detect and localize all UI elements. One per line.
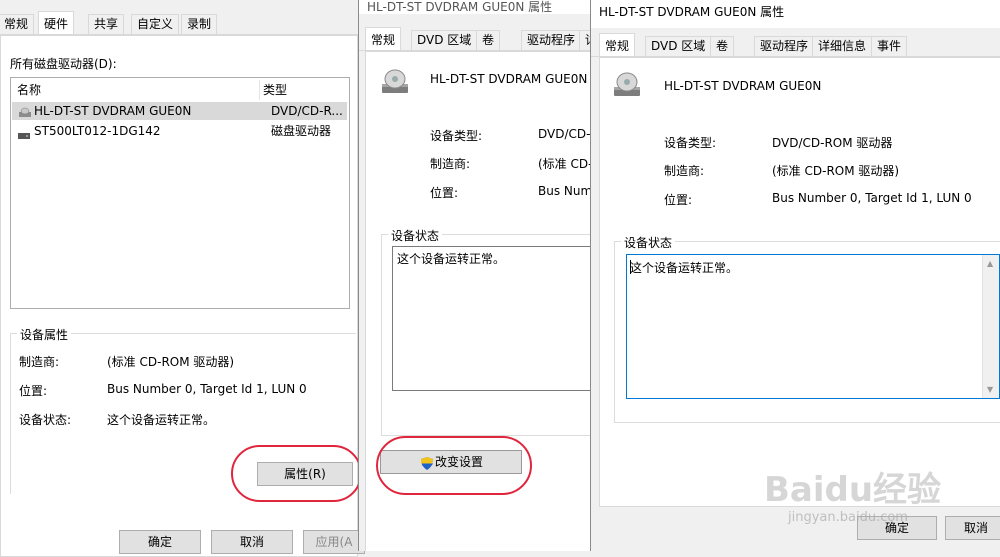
device-type-value: DVD/CD-I	[538, 127, 591, 141]
window-title: HL-DT-ST DVDRAM GUE0N 属性	[599, 5, 785, 19]
device-properties-window-hardware: 常规 硬件 共享 自定义 录制 所有磁盘驱动器(D): 名称 类型 HL-DT-…	[0, 0, 365, 557]
status-value: 这个设备运转正常。	[107, 413, 216, 427]
column-type[interactable]: 类型	[263, 81, 287, 99]
disk-list-label: 所有磁盘驱动器(D):	[10, 57, 117, 71]
location-label: 位置:	[19, 384, 48, 398]
location-value: Bus Number 0, Target Id 1, LUN 0	[772, 191, 972, 205]
manufacturer-value: (标准 CD-ROM 驱动器)	[107, 355, 235, 369]
tab-details[interactable]: 详细信息	[812, 36, 873, 56]
cancel-button[interactable]: 取消	[945, 516, 1000, 540]
group-title: 设备状态	[621, 234, 676, 251]
tab-hardware[interactable]: 硬件	[38, 11, 75, 34]
manufacturer-value: (标准 CD-ROM 驱动器)	[772, 164, 900, 178]
window-title: HL-DT-ST DVDRAM GUE0N 属性	[367, 0, 553, 14]
location-label: 位置:	[664, 193, 693, 207]
device-type-value: DVD/CD-ROM 驱动器	[772, 136, 893, 150]
manufacturer-label: 制造商:	[664, 164, 705, 178]
apply-button[interactable]: 应用(A	[303, 530, 365, 554]
list-item[interactable]: HL-DT-ST DVDRAM GUE0N DVD/CD-R...	[12, 102, 347, 120]
tab-general[interactable]: 常规	[0, 14, 35, 34]
tab-events[interactable]: 事件	[871, 36, 908, 56]
location-value: Bus Number 0, Target Id 1, LUN 0	[107, 382, 307, 396]
tab-volumes[interactable]: 卷	[710, 36, 735, 56]
drive-name: ST500LT012-1DG142	[34, 124, 161, 138]
tab-general[interactable]: 常规	[365, 27, 402, 50]
tab-customize[interactable]: 自定义	[131, 14, 180, 34]
drive-name: HL-DT-ST DVDRAM GUE0N	[34, 104, 192, 118]
drive-type: 磁盘驱动器	[271, 124, 332, 138]
column-name[interactable]: 名称	[17, 81, 41, 99]
tab-strip: 常规 DVD 区域 卷 驱动程序 详	[359, 27, 591, 51]
device-type-label: 设备类型:	[664, 136, 717, 150]
location-label: 位置:	[430, 186, 459, 200]
title-bar: HL-DT-ST DVDRAM GUE0N 属性	[359, 0, 591, 14]
highlight-circle	[376, 436, 532, 495]
device-type-label: 设备类型:	[430, 129, 483, 143]
status-scrollbar[interactable]: ▲ ▼	[982, 255, 999, 398]
tab-dvd-region[interactable]: DVD 区域	[411, 30, 478, 50]
tab-recording[interactable]: 录制	[181, 14, 218, 34]
scroll-down-icon[interactable]: ▼	[987, 385, 993, 394]
tab-general[interactable]: 常规	[599, 33, 636, 56]
disk-drive-list[interactable]: 名称 类型 HL-DT-ST DVDRAM GUE0N DVD/CD-R... …	[10, 77, 350, 309]
tab-dvd-region[interactable]: DVD 区域	[645, 36, 712, 56]
watermark-url: jingyan.baidu.com	[788, 510, 908, 525]
dvd-properties-window-back: HL-DT-ST DVDRAM GUE0N 属性 常规 DVD 区域 卷 驱动程…	[358, 0, 591, 551]
status-text: 这个设备运转正常。	[630, 261, 739, 275]
manufacturer-value: (标准 CD-	[538, 157, 591, 171]
tab-strip: 常规 DVD 区域 卷 驱动程序 详细信息 事件	[591, 33, 1000, 57]
list-item[interactable]: ST500LT012-1DG142 磁盘驱动器	[12, 122, 347, 140]
device-status-textbox[interactable]: 这个设备运转正常。 ▲ ▼	[626, 254, 1000, 399]
status-text: 这个设备运转正常。	[397, 252, 506, 266]
column-divider	[259, 80, 260, 100]
tab-driver[interactable]: 驱动程序	[521, 30, 582, 50]
general-panel: HL-DT-ST DVDRAM GUE0N 设备类型: DVD/CD-ROM 驱…	[599, 57, 1000, 507]
text-caret	[630, 260, 631, 274]
tab-driver[interactable]: 驱动程序	[754, 36, 815, 56]
tab-volumes[interactable]: 卷	[476, 30, 501, 50]
dvd-drive-icon	[612, 71, 644, 104]
manufacturer-label: 制造商:	[19, 355, 60, 369]
highlight-circle	[231, 445, 362, 502]
dvd-drive-icon	[380, 68, 412, 101]
group-title: 设备属性	[17, 326, 72, 343]
location-value: Bus Num	[538, 184, 591, 198]
tab-strip: 常规 硬件 共享 自定义 录制	[0, 11, 358, 35]
hard-disk-icon	[18, 127, 30, 145]
manufacturer-label: 制造商:	[430, 157, 471, 171]
device-name: HL-DT-ST DVDRAM GUE0N	[430, 72, 588, 86]
device-name: HL-DT-ST DVDRAM GUE0N	[664, 79, 822, 93]
title-bar: HL-DT-ST DVDRAM GUE0N 属性	[591, 0, 1000, 28]
ok-button[interactable]: 确定	[119, 530, 201, 554]
tab-sharing[interactable]: 共享	[88, 14, 125, 34]
scroll-up-icon[interactable]: ▲	[987, 259, 993, 268]
group-title: 设备状态	[388, 227, 443, 244]
drive-type: DVD/CD-R...	[271, 104, 343, 118]
device-status-textbox[interactable]: 这个设备运转正常。	[392, 246, 591, 391]
cancel-button[interactable]: 取消	[211, 530, 293, 554]
baidu-watermark: Baidu经验	[764, 470, 942, 510]
status-label: 设备状态:	[19, 413, 72, 427]
